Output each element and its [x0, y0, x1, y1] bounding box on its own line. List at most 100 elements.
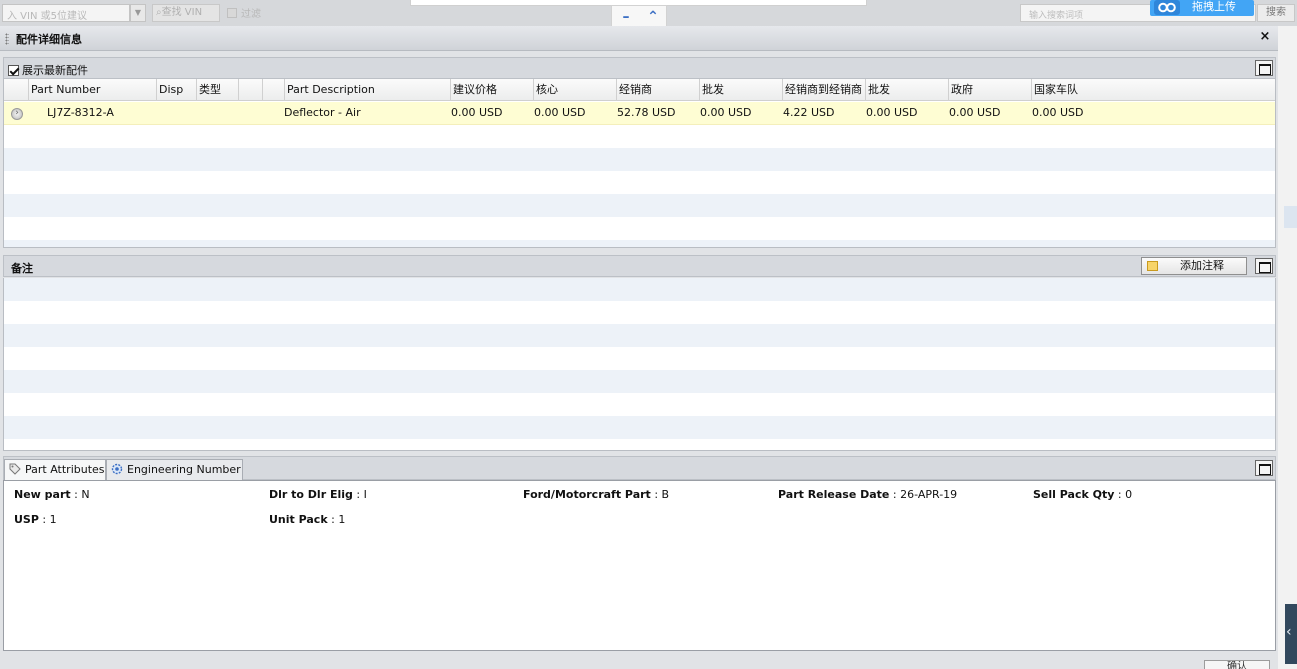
attribute-new-part: New part : N: [14, 488, 90, 501]
column-header-dealer-to-dealer[interactable]: 经销商到经销商: [782, 79, 865, 101]
empty-table-row: [4, 194, 1275, 217]
filter-label: 过滤: [241, 9, 261, 20]
drag-grip-icon[interactable]: [5, 33, 9, 45]
cell-government: 0.00 USD: [949, 106, 1001, 119]
tag-icon: [9, 463, 21, 475]
column-header-dealer[interactable]: 经销商: [616, 79, 699, 101]
filter-toggle[interactable]: 过滤: [227, 5, 261, 20]
attribute-value: : 26-APR-19: [892, 488, 958, 501]
part-attributes-panel: New part : N Dlr to Dlr Elig : I Ford/Mo…: [3, 480, 1276, 651]
cell-core: 0.00 USD: [534, 106, 586, 119]
cell-national-fleet: 0.00 USD: [1032, 106, 1084, 119]
attribute-dlr-to-dlr-elig: Dlr to Dlr Elig : I: [269, 488, 367, 501]
note-row: [4, 324, 1275, 347]
background-page-edge: [1278, 26, 1297, 669]
attribute-value: : 1: [331, 513, 346, 526]
tab-engineering-number[interactable]: Engineering Number: [106, 459, 243, 480]
show-latest-parts-label: 展示最新配件: [22, 64, 88, 77]
part-details-dialog: 配件详细信息 × 展示最新配件 Part Number Disp 类型 Part…: [0, 26, 1278, 669]
notes-list: [3, 278, 1276, 451]
column-header-wholesale-2[interactable]: 批发: [865, 79, 948, 101]
note-row: [4, 416, 1275, 439]
find-vin-label: 查找 VIN: [161, 7, 203, 18]
cell-dealer-to-dealer: 4.22 USD: [783, 106, 835, 119]
attribute-label: Unit Pack: [269, 513, 328, 526]
upload-button[interactable]: 拖拽上传: [1150, 0, 1254, 16]
minimize-icon[interactable]: –: [613, 7, 639, 27]
parts-table-header: Part Number Disp 类型 Part Description 建议价…: [4, 79, 1275, 101]
attribute-value: : 1: [42, 513, 57, 526]
attribute-label: Ford/Motorcraft Part: [523, 488, 651, 501]
find-vin-button[interactable]: ⌕查找 VIN: [152, 4, 220, 22]
column-header-expand: [4, 79, 28, 101]
top-toolbar: 入 VIN 或5位建议 ▼ ⌕查找 VIN 过滤 – ⌃ 输入搜索词项 搜索 拖…: [0, 0, 1297, 29]
add-note-button[interactable]: 添加注释: [1141, 257, 1247, 275]
attribute-value: : B: [654, 488, 670, 501]
gear-icon: [111, 463, 123, 475]
close-icon[interactable]: ×: [1258, 29, 1272, 45]
tab-label: Part Attributes: [25, 463, 105, 476]
column-header-core[interactable]: 核心: [533, 79, 616, 101]
column-header-blank-2: [262, 79, 284, 101]
cell-part-number: LJ7Z-8312-A: [47, 106, 114, 119]
attribute-unit-pack: Unit Pack : 1: [269, 513, 345, 526]
expand-row-icon[interactable]: ›: [11, 108, 23, 120]
confirm-button[interactable]: 确认: [1204, 660, 1270, 669]
maximize-icon[interactable]: [1255, 460, 1273, 476]
search-button[interactable]: 搜索: [1257, 4, 1295, 22]
vin-search-input[interactable]: 入 VIN 或5位建议: [2, 4, 130, 22]
attribute-value: : 0: [1117, 488, 1133, 501]
attribute-ford-motorcraft-part: Ford/Motorcraft Part : B: [523, 488, 669, 501]
attribute-label: Part Release Date: [778, 488, 890, 501]
attribute-usp: USP : 1: [14, 513, 57, 526]
attribute-sell-pack-qty: Sell Pack Qty : 0: [1033, 488, 1132, 501]
cell-dealer: 52.78 USD: [617, 106, 676, 119]
note-row: [4, 278, 1275, 301]
parts-section-header: 展示最新配件: [3, 57, 1276, 79]
chevron-left-icon: ‹: [1286, 624, 1292, 640]
maximize-icon[interactable]: [1255, 258, 1273, 274]
attribute-label: Sell Pack Qty: [1033, 488, 1115, 501]
column-header-description[interactable]: Part Description: [284, 79, 450, 101]
column-header-national-fleet[interactable]: 国家车队: [1031, 79, 1275, 101]
tab-part-attributes[interactable]: Part Attributes: [4, 459, 106, 480]
background-highlight: [1284, 206, 1297, 228]
column-header-part-number[interactable]: Part Number: [28, 79, 156, 101]
cell-suggested-price: 0.00 USD: [451, 106, 503, 119]
cell-wholesale-2: 0.00 USD: [866, 106, 918, 119]
attribute-part-release-date: Part Release Date : 26-APR-19: [778, 488, 957, 501]
empty-table-row: [4, 240, 1275, 247]
add-note-label: 添加注释: [1180, 259, 1224, 272]
upload-label: 拖拽上传: [1192, 0, 1236, 13]
column-header-blank-1: [238, 79, 262, 101]
column-header-government[interactable]: 政府: [948, 79, 1031, 101]
column-header-disp[interactable]: Disp: [156, 79, 196, 101]
parts-table: Part Number Disp 类型 Part Description 建议价…: [3, 79, 1276, 248]
cell-description: Deflector - Air: [284, 106, 361, 119]
table-row[interactable]: › LJ7Z-8312-A Deflector - Air 0.00 USD 0…: [4, 102, 1275, 125]
notes-section-header: 备注 添加注释: [3, 255, 1276, 277]
notes-title: 备注: [11, 262, 33, 275]
column-header-suggested-price[interactable]: 建议价格: [450, 79, 533, 101]
note-row: [4, 370, 1275, 393]
maximize-icon[interactable]: [1255, 60, 1273, 76]
side-panel-toggle[interactable]: ‹: [1285, 604, 1297, 664]
filter-checkbox-icon: [227, 8, 237, 18]
dialog-title: 配件详细信息: [16, 33, 82, 46]
note-icon: [1147, 261, 1158, 271]
attribute-label: Dlr to Dlr Elig: [269, 488, 353, 501]
chevron-up-icon[interactable]: ⌃: [640, 7, 666, 27]
checkbox-checked-icon[interactable]: [8, 65, 19, 76]
attribute-value: : I: [356, 488, 367, 501]
attribute-label: New part: [14, 488, 71, 501]
column-header-type[interactable]: 类型: [196, 79, 238, 101]
column-header-wholesale[interactable]: 批发: [699, 79, 782, 101]
cell-wholesale: 0.00 USD: [700, 106, 752, 119]
attribute-value: : N: [74, 488, 90, 501]
vin-dropdown-arrow[interactable]: ▼: [130, 4, 146, 22]
dialog-title-bar[interactable]: 配件详细信息 ×: [0, 26, 1278, 51]
show-latest-parts-toggle[interactable]: 展示最新配件: [8, 62, 88, 78]
tab-label: Engineering Number: [127, 463, 241, 476]
cloud-upload-icon: [1154, 0, 1180, 15]
empty-table-row: [4, 148, 1275, 171]
